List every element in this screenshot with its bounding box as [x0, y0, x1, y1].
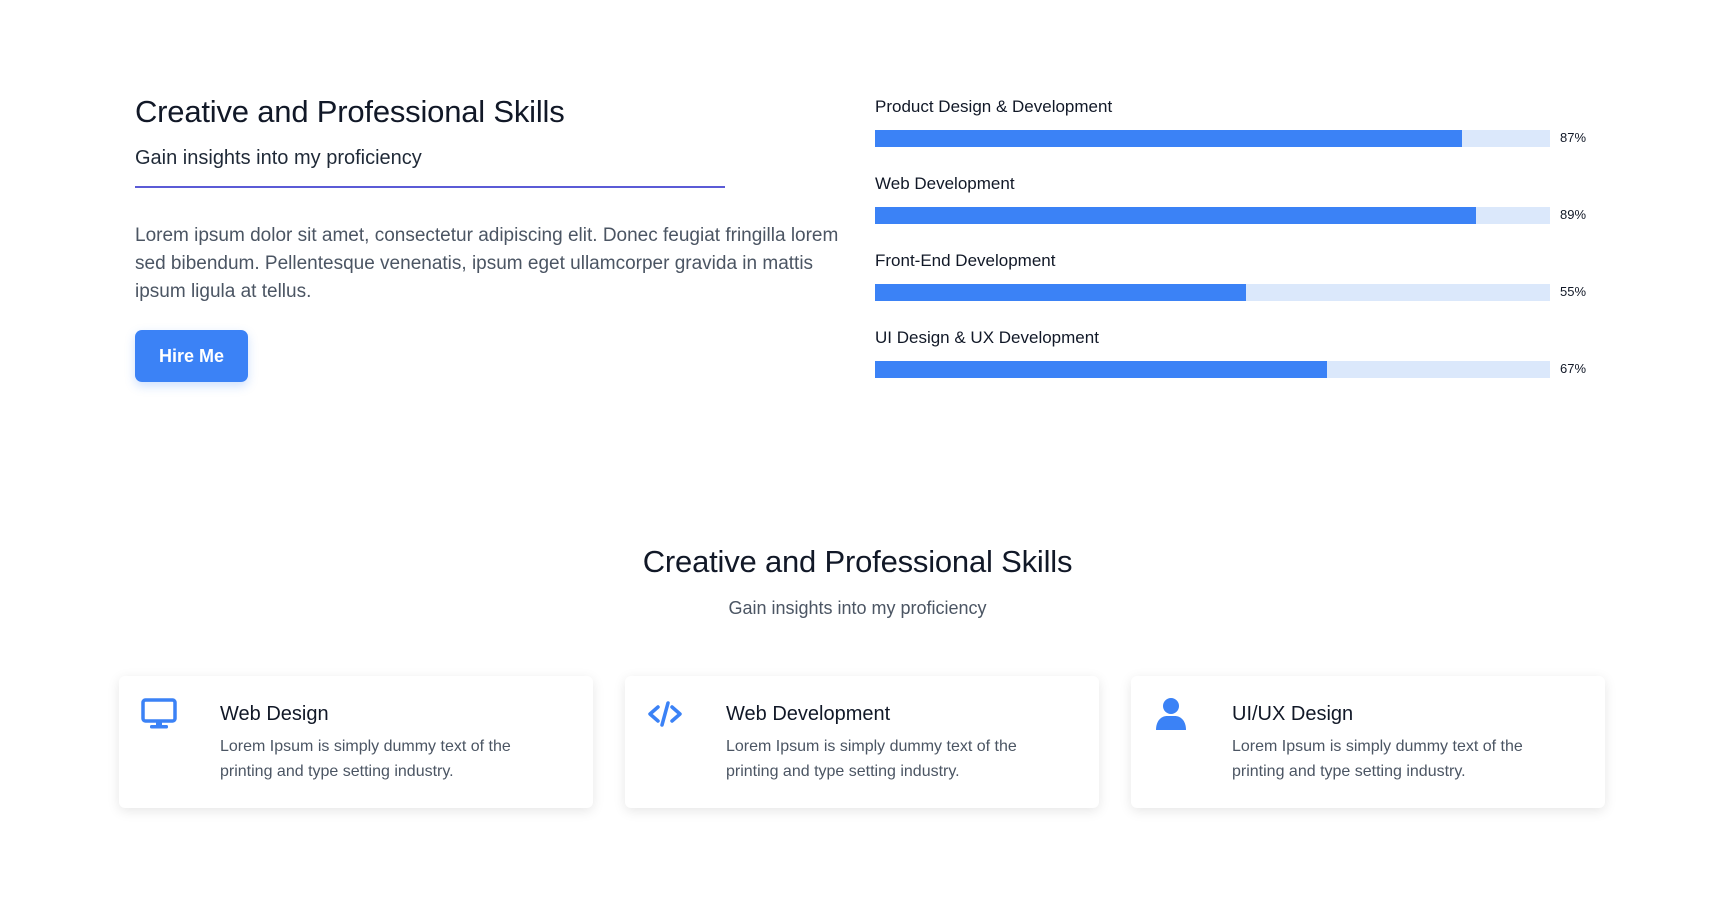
card-description: Lorem Ipsum is simply dummy text of the …	[726, 738, 1017, 780]
user-icon	[1156, 698, 1186, 730]
skills-section: Creative and Professional Skills Gain in…	[0, 0, 1715, 430]
card-title: UI/UX Design	[1232, 703, 1354, 725]
service-card-web-design[interactable]: Web Design Lorem Ipsum is simply dummy t…	[119, 676, 593, 808]
services-title: Creative and Professional Skills	[642, 544, 1073, 579]
card-description: Lorem Ipsum is simply dummy text of the …	[1232, 738, 1523, 780]
hire-me-button[interactable]: Hire Me	[135, 330, 248, 382]
skill-item: Web Development 89%	[875, 173, 1595, 250]
services-subtitle: Gain insights into my proficiency	[728, 598, 987, 618]
card-description: Lorem Ipsum is simply dummy text of the …	[220, 738, 511, 780]
monitor-icon	[141, 698, 177, 729]
services-header: Creative and Professional Skills Gain in…	[0, 540, 1715, 620]
card-title: Web Development	[726, 703, 891, 725]
progress-fill	[875, 207, 1476, 224]
intro-paragraph: Lorem ipsum dolor sit amet, consectetur …	[135, 225, 839, 302]
progress-fill	[875, 361, 1328, 378]
progress-fill	[875, 130, 1463, 147]
skill-item: Product Design & Development 87%	[875, 96, 1595, 173]
progress-percent: 87%	[1560, 130, 1587, 145]
skill-label: Front-End Development	[875, 251, 1056, 270]
intro-block: Creative and Professional Skills Gain in…	[135, 92, 845, 382]
progress-track	[875, 361, 1550, 378]
progress-track	[875, 284, 1550, 301]
skill-item: UI Design & UX Development 67%	[875, 327, 1595, 404]
progress-fill	[875, 284, 1247, 301]
section-title: Creative and Professional Skills	[135, 94, 565, 129]
skill-label: Product Design & Development	[875, 97, 1113, 116]
skill-item: Front-End Development 55%	[875, 250, 1595, 327]
card-title: Web Design	[220, 703, 329, 725]
skill-bars: Product Design & Development 87% Web Dev…	[875, 96, 1595, 404]
service-card-ui-ux-design[interactable]: UI/UX Design Lorem Ipsum is simply dummy…	[1131, 676, 1605, 808]
progress-track	[875, 207, 1550, 224]
skill-label: Web Development	[875, 174, 1015, 193]
skill-label: UI Design & UX Development	[875, 328, 1099, 347]
service-cards: Web Design Lorem Ipsum is simply dummy t…	[119, 676, 1605, 808]
service-card-web-development[interactable]: Web Development Lorem Ipsum is simply du…	[625, 676, 1099, 808]
progress-percent: 55%	[1560, 284, 1587, 299]
code-icon	[648, 701, 682, 727]
section-subtitle: Gain insights into my proficiency	[135, 147, 422, 169]
progress-percent: 89%	[1560, 207, 1587, 222]
title-divider	[135, 186, 725, 188]
progress-track	[875, 130, 1550, 147]
progress-percent: 67%	[1560, 361, 1587, 376]
